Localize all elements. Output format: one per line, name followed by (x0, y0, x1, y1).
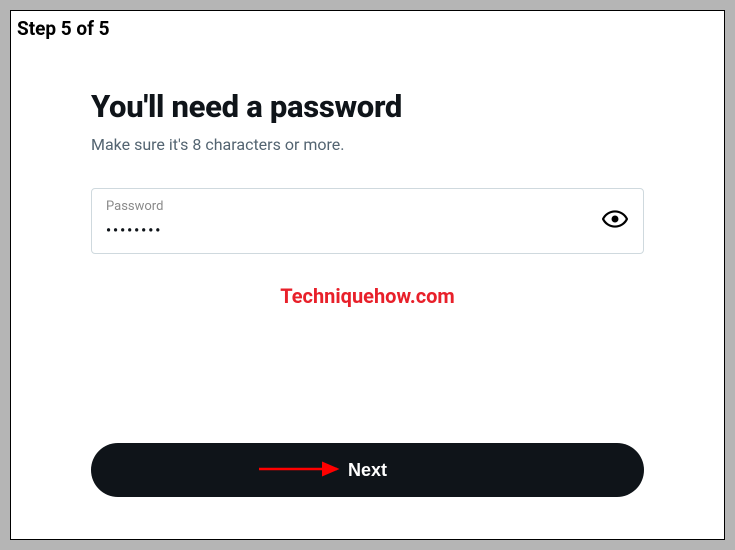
password-masked-value: •••••••• (106, 223, 162, 239)
page-subtitle: Make sure it's 8 characters or more. (91, 135, 644, 154)
password-input-container[interactable]: Password •••••••• (91, 188, 644, 254)
password-input[interactable]: Password •••••••• (106, 199, 601, 239)
watermark-text: Techniquehow.com (91, 284, 644, 308)
signup-step-dialog: Step 5 of 5 You'll need a password Make … (10, 10, 725, 540)
page-title: You'll need a password (91, 88, 644, 125)
content-area: You'll need a password Make sure it's 8 … (11, 40, 724, 308)
next-button-label: Next (348, 460, 387, 481)
next-button[interactable]: Next (91, 443, 644, 497)
step-indicator: Step 5 of 5 (11, 17, 724, 40)
reveal-password-icon[interactable] (601, 205, 629, 233)
password-field-label: Password (106, 199, 601, 214)
eye-icon (602, 206, 628, 232)
